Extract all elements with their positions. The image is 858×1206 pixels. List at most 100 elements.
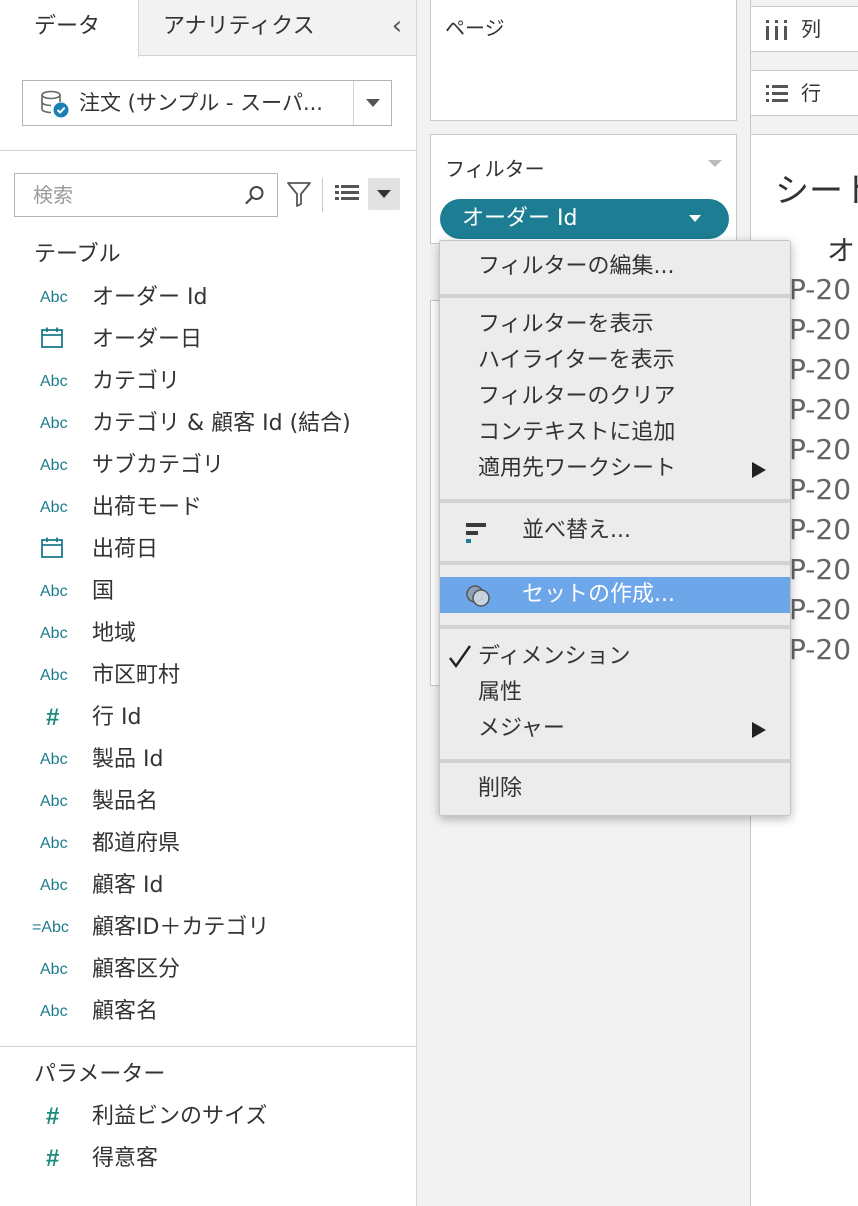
field-item[interactable]: =Abc 顧客ID＋カテゴリ [0, 907, 410, 949]
row-header-value[interactable]: P-20 [789, 473, 851, 506]
field-item[interactable]: 出荷日 [0, 529, 410, 571]
field-item[interactable]: Abc 都道府県 [0, 823, 410, 865]
chevron-down-icon[interactable] [689, 215, 701, 222]
field-item[interactable]: Abc オーダー Id [0, 277, 410, 319]
chevron-down-icon[interactable] [708, 160, 722, 167]
filter-pill-context-menu: フィルターの編集... フィルターを表示 ハイライターを表示 フィルターのクリア… [439, 240, 791, 816]
submenu-arrow-icon [752, 462, 766, 478]
menu-item-show-filter[interactable]: フィルターを表示 [440, 307, 790, 343]
row-header-value[interactable]: P-20 [789, 313, 851, 346]
datasource-name: 注文 (サンプル - スーパ... [79, 91, 323, 115]
menu-item-label: コンテキストに追加 [478, 420, 676, 445]
field-label: オーダー日 [92, 327, 203, 352]
menu-item-label: 並べ替え... [522, 518, 631, 543]
text-type-icon: Abc [40, 415, 68, 432]
menu-item-remove[interactable]: 削除 [440, 771, 790, 807]
field-label: 出荷日 [92, 537, 159, 562]
divider [0, 1046, 416, 1047]
menu-item-show-highlighter[interactable]: ハイライターを表示 [440, 343, 790, 379]
field-item[interactable]: Abc 国 [0, 571, 410, 613]
menu-item-dimension[interactable]: ディメンション [440, 639, 790, 675]
list-view-icon[interactable] [334, 183, 360, 205]
field-item[interactable]: Abc サブカテゴリ [0, 445, 410, 487]
menu-item-attribute[interactable]: 属性 [440, 675, 790, 711]
filters-shelf[interactable]: フィルター オーダー Id [430, 134, 737, 244]
tab-data[interactable]: データ [0, 0, 139, 57]
field-item[interactable]: Abc 地域 [0, 613, 410, 655]
collapse-pane-button[interactable]: ‹ [382, 8, 412, 48]
text-type-icon: Abc [40, 961, 68, 978]
filters-shelf-title: フィルター [445, 157, 545, 181]
menu-separator [440, 294, 790, 298]
row-header-value[interactable]: P-20 [789, 393, 851, 426]
view-options-dropdown[interactable] [368, 178, 400, 210]
row-header-value[interactable]: P-20 [789, 353, 851, 386]
menu-item-sort[interactable]: 並べ替え... [440, 513, 790, 549]
field-item[interactable]: Abc カテゴリ [0, 361, 410, 403]
field-item[interactable]: オーダー日 [0, 319, 410, 361]
calendar-icon [40, 327, 76, 353]
row-header-value[interactable]: P-20 [789, 633, 851, 666]
text-type-icon: Abc [40, 289, 68, 306]
calendar-icon [40, 537, 76, 563]
rows-shelf[interactable]: 行 [750, 70, 858, 116]
row-header-value[interactable]: P-20 [789, 513, 851, 546]
sheet-title[interactable]: シート [775, 163, 858, 212]
menu-separator [440, 561, 790, 565]
menu-item-label: 削除 [478, 776, 523, 801]
menu-item-create-set[interactable]: セットの作成... [440, 577, 790, 613]
field-item[interactable]: # 行 Id [0, 697, 410, 739]
parameter-item[interactable]: # 利益ビンのサイズ [0, 1096, 410, 1138]
field-item[interactable]: Abc 顧客区分 [0, 949, 410, 991]
row-header-value[interactable]: P-20 [789, 433, 851, 466]
pages-shelf[interactable]: ページ [430, 0, 737, 121]
search-icon[interactable] [245, 185, 265, 205]
field-label: 国 [92, 579, 115, 604]
column-header[interactable]: オ [827, 229, 855, 269]
field-item[interactable]: Abc 顧客 Id [0, 865, 410, 907]
menu-item-label: セットの作成... [522, 582, 675, 607]
field-item[interactable]: Abc カテゴリ & 顧客 Id (結合) [0, 403, 410, 445]
tab-analytics[interactable]: アナリティクス [139, 0, 379, 56]
menu-item-clear-filter[interactable]: フィルターのクリア [440, 379, 790, 415]
field-label: 得意客 [92, 1146, 159, 1171]
search-field[interactable] [14, 173, 278, 217]
datasource-icon [39, 89, 71, 119]
text-type-icon: Abc [40, 499, 68, 516]
field-item[interactable]: Abc 顧客名 [0, 991, 410, 1033]
parameter-item[interactable]: # 得意客 [0, 1138, 410, 1180]
datasource-dropdown-button[interactable] [353, 81, 391, 125]
row-header-value[interactable]: P-20 [789, 593, 851, 626]
field-item[interactable]: Abc 製品 Id [0, 739, 410, 781]
datasource-select[interactable]: 注文 (サンプル - スーパ... [22, 80, 392, 126]
filter-pill-order-id[interactable]: オーダー Id [440, 199, 729, 239]
field-item[interactable]: Abc 市区町村 [0, 655, 410, 697]
text-type-icon: Abc [40, 373, 68, 390]
field-label: 市区町村 [92, 663, 181, 688]
filter-icon[interactable] [286, 180, 312, 208]
menu-item-edit-filter[interactable]: フィルターの編集... [440, 249, 790, 285]
field-item[interactable]: Abc 製品名 [0, 781, 410, 823]
text-type-icon: Abc [40, 877, 68, 894]
columns-shelf[interactable]: 列 [750, 6, 858, 52]
menu-item-label: ハイライターを表示 [478, 348, 675, 373]
rows-shelf-label: 行 [801, 81, 821, 105]
field-item[interactable]: Abc 出荷モード [0, 487, 410, 529]
search-input[interactable] [15, 174, 235, 216]
columns-shelf-label: 列 [801, 17, 821, 41]
field-label: 顧客区分 [92, 957, 181, 982]
filter-pill-label: オーダー Id [462, 206, 578, 231]
number-icon: # [46, 704, 60, 731]
row-header-value[interactable]: P-20 [789, 553, 851, 586]
menu-item-apply-to-worksheets[interactable]: 適用先ワークシート [440, 451, 790, 487]
menu-item-measure[interactable]: メジャー [440, 711, 790, 747]
text-type-icon: Abc [40, 583, 68, 600]
menu-separator [440, 759, 790, 763]
menu-item-label: 属性 [478, 680, 523, 705]
row-header-value[interactable]: P-20 [789, 273, 851, 306]
field-label: サブカテゴリ [92, 453, 225, 478]
menu-item-label: ディメンション [478, 644, 631, 669]
field-label: 都道府県 [92, 831, 181, 856]
columns-icon [765, 19, 789, 41]
menu-item-add-to-context[interactable]: コンテキストに追加 [440, 415, 790, 451]
